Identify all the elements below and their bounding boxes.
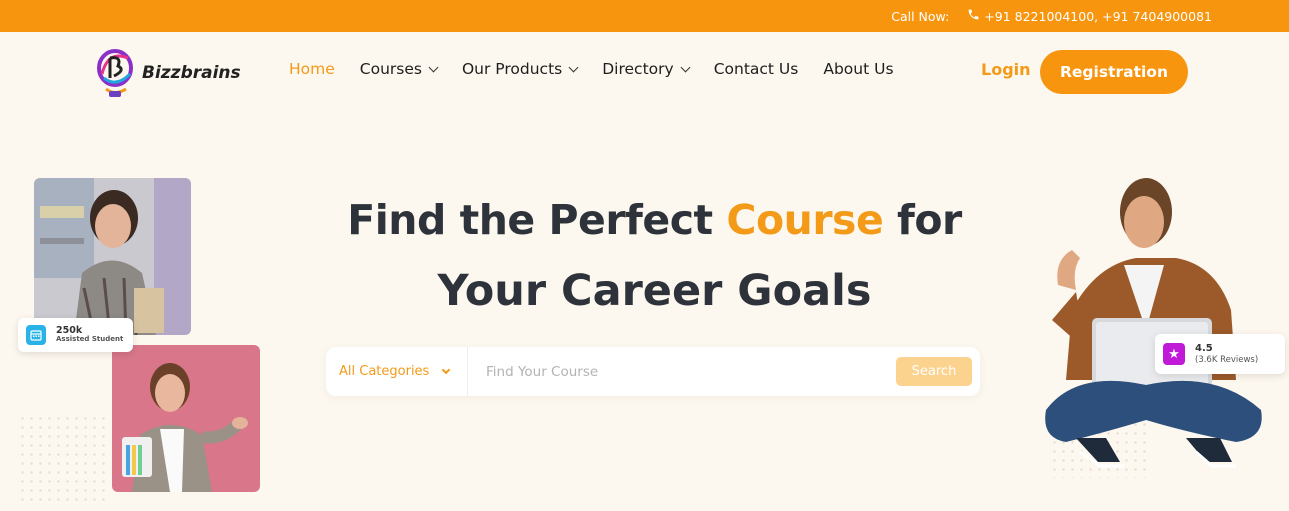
nav-item-home[interactable]: Home [289,60,335,78]
login-link[interactable]: Login [981,60,1031,79]
nav-item-label: Contact Us [713,60,799,78]
nav-item-contact-us[interactable]: Contact Us [714,60,799,78]
main-nav: Home Courses Our Products Directory Cont… [289,60,919,78]
dot-pattern-decoration [18,414,108,506]
rating-value: 4.5 [1195,342,1213,354]
student-with-laptop-photo [1036,170,1276,475]
students-label: Assisted Student [56,335,124,344]
brand-name: Bizzbrains [142,63,241,83]
course-search-bar: All Categories Search [326,347,980,396]
chevron-down-icon [428,62,439,72]
students-stat-card: 250k Assisted Student [18,318,133,352]
chevron-down-icon [442,365,451,374]
category-select[interactable]: All Categories [326,347,468,396]
top-contact-bar: Call Now: +91 8221004100, +91 7404900081 [0,0,1289,32]
calendar-icon [26,325,46,345]
nav-item-our-products[interactable]: Our Products [461,60,579,78]
star-icon: ★ [1163,343,1185,365]
nav-item-label: About Us [823,60,894,78]
nav-item-about-us[interactable]: About Us [823,60,893,78]
phone-numbers[interactable]: +91 8221004100, +91 7404900081 [984,9,1212,24]
registration-button[interactable]: Registration [1040,50,1188,94]
rating-card: ★ 4.5 (3.6K Reviews) [1155,334,1285,374]
headline-part: Find the Perfect [347,196,727,244]
call-now-label: Call Now: [891,8,950,24]
search-button[interactable]: Search [896,357,972,386]
search-input[interactable] [468,347,896,396]
nav-item-courses[interactable]: Courses [359,60,439,78]
chevron-down-icon [680,62,691,72]
phone-icon [967,8,980,24]
nav-item-label: Our Products [461,60,563,78]
headline-accent: Course [726,196,884,244]
rating-reviews: (3.6K Reviews) [1195,354,1259,365]
brand-logo[interactable]: Bizzbrains [96,44,241,100]
nav-item-label: Home [289,60,335,78]
category-select-label: All Categories [339,364,430,379]
bizzbrains-logo-icon [97,49,133,97]
instructor-photo-2 [112,345,260,492]
chevron-down-icon [568,62,579,72]
nav-item-label: Directory [602,60,674,78]
nav-item-label: Courses [359,60,422,78]
nav-item-directory[interactable]: Directory [602,60,691,78]
headline-part: for [883,196,962,244]
